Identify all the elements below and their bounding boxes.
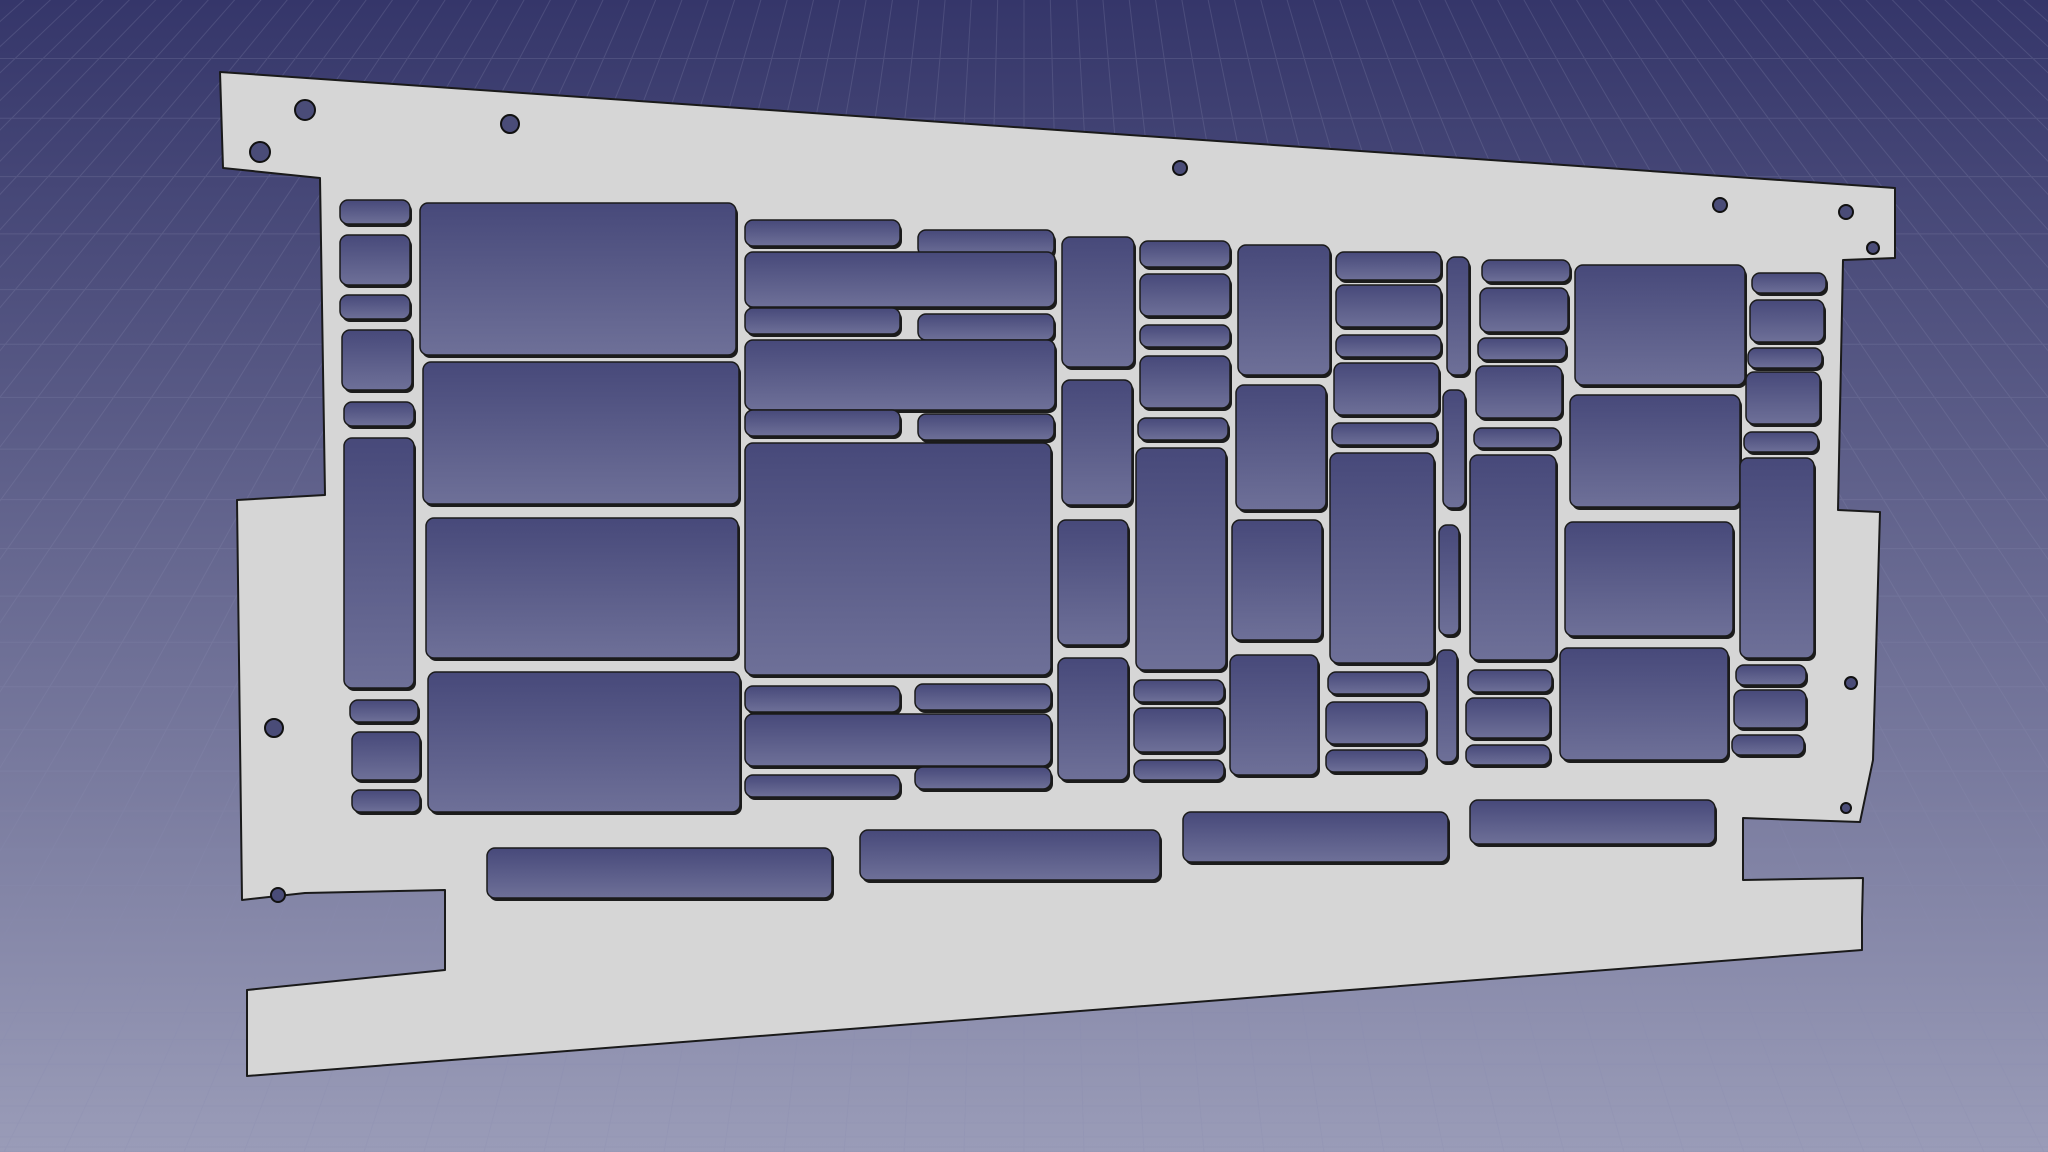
cutout[interactable] [1335,284,1442,328]
cutout[interactable] [1231,519,1323,641]
cutout[interactable] [1735,664,1807,686]
cutout[interactable] [1333,362,1440,416]
cutout[interactable] [1327,671,1429,695]
cutout[interactable] [1473,427,1561,449]
cutout[interactable] [1436,649,1458,763]
cutout[interactable] [914,766,1052,790]
cutout[interactable] [1329,452,1435,664]
cutout[interactable] [1743,431,1819,453]
cutout[interactable] [1733,689,1807,729]
cutout[interactable] [351,731,421,781]
cutout[interactable] [744,685,901,713]
cutout[interactable] [343,437,415,689]
cutout[interactable] [1479,287,1569,333]
cutout[interactable] [1465,697,1551,739]
cutout[interactable] [1235,384,1327,511]
cutout[interactable] [914,683,1052,711]
cutout[interactable] [1325,749,1427,773]
cutout[interactable] [1237,244,1331,376]
cutout[interactable] [744,339,1056,411]
cutout[interactable] [1335,251,1442,281]
cutout[interactable] [1133,759,1225,781]
cutout[interactable] [744,251,1056,308]
cutout[interactable] [1438,524,1460,636]
cutout[interactable] [1465,744,1551,766]
cutout[interactable] [1745,371,1821,425]
cutout[interactable] [1229,654,1319,776]
cutout[interactable] [1139,355,1231,409]
mounting-hole[interactable] [1866,241,1880,255]
cutout[interactable] [1331,422,1438,446]
cutout[interactable] [1731,734,1805,756]
cutout[interactable] [744,713,1052,767]
mounting-hole[interactable] [1844,676,1858,690]
cutout[interactable] [744,774,901,798]
cutout[interactable] [422,361,740,505]
cutout[interactable] [1747,347,1823,369]
cutout[interactable] [1469,454,1557,661]
mounting-hole[interactable] [1840,802,1852,814]
cutout[interactable] [419,202,737,356]
cutout[interactable] [339,234,411,286]
cutout[interactable] [1751,272,1827,294]
mounting-hole[interactable] [500,114,520,134]
cutout[interactable] [1442,389,1466,509]
cutout[interactable] [339,294,411,320]
cutout[interactable] [1061,379,1133,506]
cutout[interactable] [1481,259,1571,283]
cutout[interactable] [1139,324,1231,348]
cutout[interactable] [349,699,419,723]
cutout[interactable] [1475,365,1563,419]
cutout[interactable] [1739,457,1815,659]
cutout[interactable] [1133,679,1225,703]
cutout[interactable] [341,329,413,391]
mounting-hole[interactable] [270,887,286,903]
cutout[interactable] [1139,240,1231,268]
cutout[interactable] [1574,264,1746,386]
mounting-hole[interactable] [264,718,284,738]
mounting-hole[interactable] [249,141,271,163]
cutout[interactable] [917,313,1055,341]
cutout[interactable] [1325,701,1427,745]
cutout[interactable] [1564,521,1734,637]
cutout[interactable] [1335,334,1442,358]
cutout[interactable] [1139,273,1231,317]
cutout[interactable] [1467,669,1553,693]
cutout[interactable] [1133,707,1225,753]
cutout[interactable] [1446,256,1470,376]
cutout[interactable] [1182,811,1449,863]
cutout[interactable] [917,413,1055,441]
cutout[interactable] [859,829,1161,881]
cutout[interactable] [1135,447,1227,671]
cutout[interactable] [1559,647,1729,761]
cutout[interactable] [339,199,411,225]
mounting-hole[interactable] [294,99,316,121]
cutout[interactable] [1469,799,1716,845]
cutout[interactable] [744,442,1052,676]
cutout[interactable] [1057,657,1129,781]
cutout[interactable] [1477,337,1567,361]
cutout[interactable] [1057,519,1129,646]
cutout[interactable] [744,219,901,247]
mounting-hole[interactable] [1172,160,1188,176]
mounting-hole[interactable] [1838,204,1854,220]
cutout[interactable] [1137,417,1229,441]
cutout[interactable] [1569,394,1741,508]
cutout[interactable] [744,307,901,335]
sheet-metal-panel[interactable] [219,71,1896,1077]
cutout[interactable] [425,517,739,659]
cutout[interactable] [427,671,741,813]
cutout[interactable] [343,401,415,427]
mounting-hole[interactable] [1712,197,1728,213]
cutout[interactable] [744,409,901,437]
cutout[interactable] [1061,236,1135,368]
cutout[interactable] [486,847,833,899]
3d-viewport[interactable] [0,0,2048,1152]
cutout[interactable] [1749,299,1825,343]
cutout[interactable] [351,789,421,813]
